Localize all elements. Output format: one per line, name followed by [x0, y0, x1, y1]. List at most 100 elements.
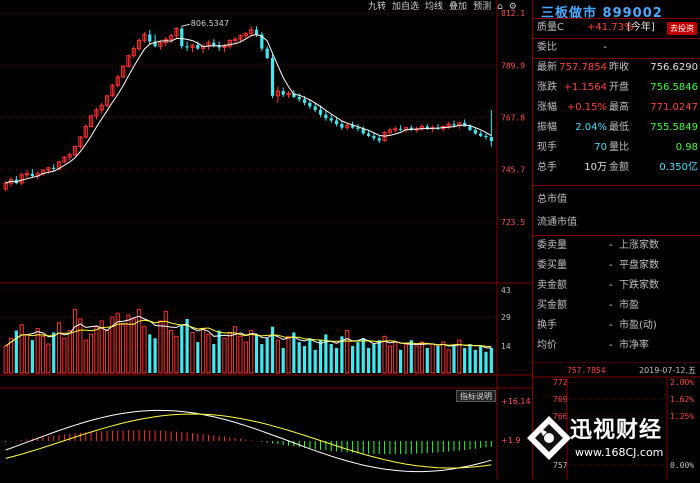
gear-icon[interactable]: ⚙ — [507, 0, 519, 14]
volume-bar — [249, 330, 254, 374]
volume-bar — [484, 351, 488, 373]
toolbar-item[interactable]: 叠加 — [447, 0, 469, 14]
quote-label: 最高 — [609, 102, 629, 113]
volume-bar — [120, 324, 126, 374]
order-row: 委卖量 - 上涨家数 — [533, 236, 700, 256]
quote-row: 涨跌 +1.1564 开盘 756.5846 — [533, 78, 700, 98]
volume-bar — [275, 339, 280, 374]
market-value-row: 流通市值 — [533, 213, 700, 233]
goto-invest-button[interactable]: 去投资 — [667, 22, 697, 35]
volume-bar — [318, 340, 323, 373]
volume-bar — [281, 347, 285, 373]
volume-bar — [72, 308, 78, 374]
volume-bar — [302, 345, 307, 373]
order-value: - — [609, 280, 613, 291]
candle-body — [185, 46, 189, 48]
market-value-label: 流通市值 — [537, 217, 577, 228]
volume-bar — [19, 324, 24, 374]
candle-body — [361, 128, 365, 134]
quote-value: 70 — [594, 142, 607, 153]
order-row: 委买量 - 平盘家数 — [533, 256, 700, 276]
toolbar-item[interactable]: 加自选 — [390, 0, 421, 14]
quality-label: 质量C — [537, 22, 564, 33]
order-row: 买金额 - 市盈 — [533, 296, 700, 316]
volume-bar — [414, 345, 419, 374]
quote-label: 涨跌 — [537, 82, 557, 93]
candle-body — [254, 29, 259, 35]
quote-value: 0.350亿 — [659, 162, 698, 173]
order-label: 买金额 — [537, 300, 567, 311]
quality-period: [今年] — [627, 22, 655, 33]
watermark-url: www.168CJ.com — [575, 446, 664, 459]
divider — [533, 185, 700, 186]
volume-bar — [88, 333, 94, 374]
chart-area[interactable]: 812.1 789.9 767.8 745.7 723.5 806.5347 43 29 14 +… — [0, 0, 532, 479]
volume-bar — [217, 330, 221, 373]
volume-bar — [104, 330, 110, 374]
volume-bar — [46, 343, 51, 374]
candle-body — [281, 91, 285, 95]
quote-value: +1.1564 — [563, 82, 607, 93]
order-label: 平盘家数 — [619, 260, 659, 271]
volume-bar — [345, 330, 350, 374]
volume-bar — [340, 336, 344, 373]
volume-bar — [270, 326, 275, 373]
volume-bar — [313, 349, 317, 373]
candle-body — [340, 124, 344, 128]
quote-row: 委比 - — [533, 38, 700, 58]
toolbar-item[interactable]: 均线 — [423, 0, 445, 14]
candle-body — [297, 96, 301, 100]
max-price-label: 806.5347 — [191, 19, 229, 28]
volume-bar — [292, 332, 296, 373]
order-label: 市净率 — [619, 340, 649, 351]
volume-bar — [169, 330, 174, 374]
volume-tick-label: 29 — [501, 313, 511, 322]
toolbar-item[interactable]: 九转 — [366, 0, 388, 14]
candle-body — [308, 102, 312, 107]
order-label: 委卖量 — [537, 240, 567, 251]
volume-bar — [372, 344, 376, 373]
quote-value: 2.04% — [575, 122, 607, 133]
quote-label: 昨收 — [609, 62, 629, 73]
price-tick-label: 789.9 — [501, 61, 525, 70]
order-value: - — [609, 260, 613, 271]
order-label: 委买量 — [537, 260, 567, 271]
volume-bar — [425, 347, 429, 373]
volume-bar — [174, 335, 179, 374]
order-label: 换手 — [537, 320, 557, 331]
volume-bar — [153, 338, 157, 373]
market-value-label: 总市值 — [537, 194, 567, 205]
volume-bar — [180, 324, 184, 373]
order-label: 卖金额 — [537, 280, 567, 291]
volume-bar — [40, 335, 46, 374]
volume-bar — [3, 345, 8, 374]
volume-bar — [67, 330, 72, 374]
volume-bar — [297, 342, 301, 373]
candle-body — [270, 58, 275, 96]
volume-bar — [463, 347, 467, 373]
volume-bar — [430, 343, 435, 374]
quote-label: 最低 — [609, 122, 629, 133]
watermark-logo-icon — [527, 416, 571, 460]
market-value-row: 总市值 — [533, 190, 700, 210]
toolbar-item[interactable]: 预测 — [471, 0, 493, 14]
volume-bar — [377, 340, 381, 373]
quote-row: 涨幅 +0.15% 最高 771.0247 — [533, 98, 700, 118]
candle-body — [329, 118, 333, 121]
volume-bar — [227, 331, 232, 374]
kline-svg[interactable]: 812.1789.9767.8745.7723.5806.5347432914+… — [0, 0, 532, 479]
volume-bar — [52, 332, 56, 373]
lock-icon[interactable]: ⌂ — [495, 0, 505, 14]
volume-bar — [286, 335, 291, 374]
order-row: 均价 - 市净率 — [533, 336, 700, 356]
quote-value: 756.5846 — [650, 82, 698, 93]
volume-bar — [308, 338, 312, 373]
order-label: 均价 — [537, 340, 557, 351]
indicator-help-button[interactable]: 指标说明 — [456, 390, 496, 402]
quote-label: 量比 — [609, 142, 629, 153]
volume-bar — [254, 334, 259, 373]
macd-mid-label: +1.9 — [501, 436, 520, 445]
mini-right-tick: 2.00% — [670, 378, 694, 387]
quote-label: 振幅 — [537, 122, 557, 133]
quote-label: 涨幅 — [537, 102, 557, 113]
